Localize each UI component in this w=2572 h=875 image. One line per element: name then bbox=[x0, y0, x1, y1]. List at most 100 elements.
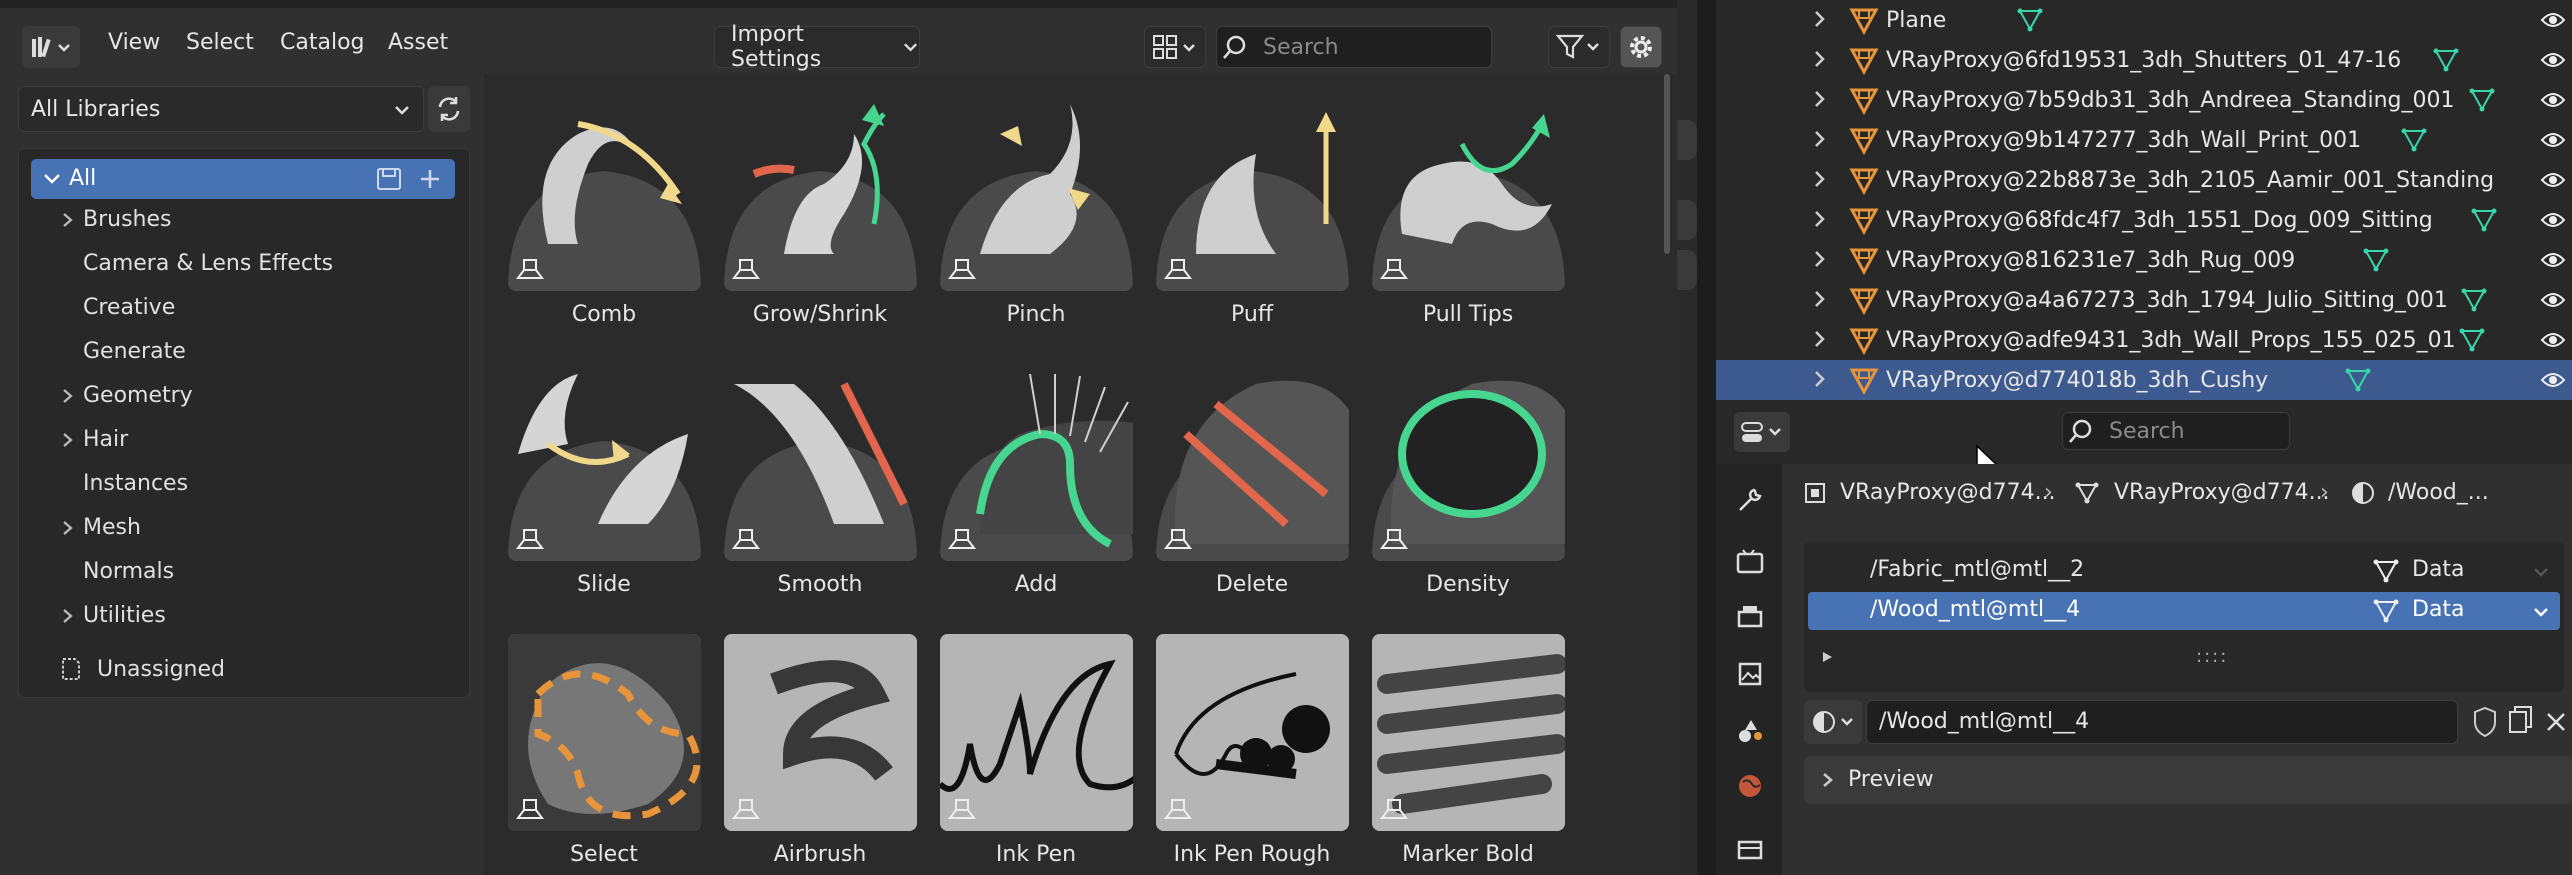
asset-tile[interactable]: Airbrush bbox=[712, 634, 928, 875]
mesh-data-icon[interactable] bbox=[2400, 126, 2428, 154]
catalog-item[interactable]: Hair bbox=[19, 425, 459, 459]
asset-grid-scrollbar[interactable] bbox=[1664, 74, 1670, 254]
world-tab-icon[interactable] bbox=[1734, 770, 1766, 802]
material-slot-row[interactable]: /Wood_mtl@mtl__4 Data bbox=[1808, 592, 2560, 630]
outliner-row[interactable]: Plane bbox=[1716, 0, 2572, 40]
material-slot-link[interactable]: Data bbox=[2412, 597, 2465, 622]
eye-icon[interactable] bbox=[2540, 128, 2566, 152]
menu-asset[interactable]: Asset bbox=[388, 30, 448, 55]
chevron-right-icon[interactable] bbox=[1812, 47, 1828, 71]
chevron-right-icon[interactable] bbox=[1812, 87, 1828, 111]
asset-tile[interactable]: Select bbox=[496, 634, 712, 875]
mesh-data-icon[interactable] bbox=[2458, 326, 2486, 354]
render-tab-icon[interactable] bbox=[1734, 546, 1766, 578]
catalog-item[interactable]: Mesh bbox=[19, 513, 459, 547]
resize-handle-icon[interactable]: :::: bbox=[2196, 646, 2228, 667]
chevron-down-icon[interactable] bbox=[2532, 566, 2550, 578]
chevron-right-icon[interactable] bbox=[61, 519, 75, 537]
outliner-row[interactable]: VRayProxy@adfe9431_3dh_Wall_Props_155_02… bbox=[1716, 320, 2572, 360]
collapse-tab[interactable] bbox=[1677, 120, 1697, 160]
catalog-item[interactable]: Generate bbox=[19, 337, 459, 371]
mesh-data-icon[interactable] bbox=[2432, 46, 2460, 74]
mesh-data-icon[interactable] bbox=[2470, 206, 2498, 234]
tool-tab-icon[interactable] bbox=[1734, 484, 1766, 516]
plus-icon[interactable] bbox=[417, 166, 443, 192]
catalog-item[interactable]: Camera & Lens Effects bbox=[19, 249, 459, 283]
asset-tile[interactable]: Grow/Shrink bbox=[712, 94, 928, 344]
catalog-item[interactable]: Utilities bbox=[19, 601, 459, 635]
material-slot-row[interactable]: /Fabric_mtl@mtl__2 Data bbox=[1808, 552, 2560, 590]
collapse-tab[interactable] bbox=[1677, 250, 1697, 290]
chevron-right-icon[interactable] bbox=[1812, 247, 1828, 271]
catalog-item[interactable]: Brushes bbox=[19, 205, 459, 239]
eye-icon[interactable] bbox=[2540, 368, 2566, 392]
collection-tab-icon[interactable] bbox=[1734, 834, 1766, 866]
material-browse-button[interactable] bbox=[1804, 700, 1862, 744]
chevron-right-icon[interactable] bbox=[61, 607, 75, 625]
asset-tile[interactable]: Marker Bold bbox=[1360, 634, 1576, 875]
chevron-right-icon[interactable] bbox=[1812, 367, 1828, 391]
save-icon[interactable] bbox=[375, 166, 403, 192]
chevron-down-icon[interactable] bbox=[43, 172, 61, 186]
eye-icon[interactable] bbox=[2540, 168, 2566, 192]
chevron-right-icon[interactable] bbox=[61, 431, 75, 449]
asset-tile[interactable]: Puff bbox=[1144, 94, 1360, 344]
import-settings-dropdown[interactable]: Import Settings bbox=[714, 22, 920, 72]
eye-icon[interactable] bbox=[2540, 208, 2566, 232]
outliner-row[interactable]: VRayProxy@6fd19531_3dh_Shutters_01_47-16 bbox=[1716, 40, 2572, 80]
material-slot-link[interactable]: Data bbox=[2412, 557, 2465, 582]
mesh-data-icon[interactable] bbox=[2344, 366, 2372, 394]
catalog-item[interactable]: Creative bbox=[19, 293, 459, 327]
menu-select[interactable]: Select bbox=[186, 30, 254, 55]
asset-tile[interactable]: Smooth bbox=[712, 364, 928, 614]
eye-icon[interactable] bbox=[2540, 88, 2566, 112]
expand-triangle-icon[interactable] bbox=[1820, 650, 1836, 664]
chevron-right-icon[interactable] bbox=[1812, 7, 1828, 31]
eye-icon[interactable] bbox=[2540, 48, 2566, 72]
catalog-all[interactable]: All bbox=[31, 159, 455, 199]
chevron-right-icon[interactable] bbox=[1812, 127, 1828, 151]
chevron-right-icon[interactable] bbox=[1812, 287, 1828, 311]
asset-tile[interactable]: Slide bbox=[496, 364, 712, 614]
outliner-row[interactable]: VRayProxy@68fdc4f7_3dh_1551_Dog_009_Sitt… bbox=[1716, 200, 2572, 240]
eye-icon[interactable] bbox=[2540, 328, 2566, 352]
chevron-down-icon[interactable] bbox=[2532, 606, 2550, 618]
filter-button[interactable] bbox=[1548, 26, 1610, 68]
scene-tab-icon[interactable] bbox=[1734, 714, 1766, 746]
mesh-data-icon[interactable] bbox=[2362, 246, 2390, 274]
mesh-data-icon[interactable] bbox=[2016, 6, 2044, 34]
preview-panel-header[interactable]: Preview bbox=[1804, 756, 2572, 804]
refresh-library-button[interactable] bbox=[428, 86, 470, 132]
catalog-item[interactable]: Geometry bbox=[19, 381, 459, 415]
duplicate-icon[interactable] bbox=[2504, 702, 2538, 742]
close-icon[interactable] bbox=[2540, 702, 2572, 742]
outliner-row[interactable]: VRayProxy@d774018b_3dh_Cushy bbox=[1716, 360, 2572, 400]
menu-view[interactable]: View bbox=[108, 30, 160, 55]
asset-tile[interactable]: Pull Tips bbox=[1360, 94, 1576, 344]
settings-button[interactable] bbox=[1620, 26, 1662, 68]
chevron-right-icon[interactable] bbox=[61, 387, 75, 405]
catalog-item[interactable]: Normals bbox=[19, 557, 459, 591]
menu-catalog[interactable]: Catalog bbox=[280, 30, 365, 55]
chevron-right-icon[interactable] bbox=[1812, 327, 1828, 351]
collapse-tab[interactable] bbox=[1677, 200, 1697, 240]
asset-tile[interactable]: Density bbox=[1360, 364, 1576, 614]
asset-tile[interactable]: Pinch bbox=[928, 94, 1144, 344]
outliner-row[interactable]: VRayProxy@816231e7_3dh_Rug_009 bbox=[1716, 240, 2572, 280]
view-layer-tab-icon[interactable] bbox=[1734, 658, 1766, 690]
mesh-data-icon[interactable] bbox=[2460, 286, 2488, 314]
properties-search-input[interactable]: Search bbox=[2062, 412, 2290, 450]
chevron-right-icon[interactable] bbox=[1812, 167, 1828, 191]
editor-type-selector[interactable] bbox=[1734, 412, 1790, 452]
eye-icon[interactable] bbox=[2540, 288, 2566, 312]
output-tab-icon[interactable] bbox=[1734, 602, 1766, 634]
chevron-right-icon[interactable] bbox=[61, 211, 75, 229]
catalog-item[interactable]: Instances bbox=[19, 469, 459, 503]
display-mode-button[interactable] bbox=[1144, 26, 1206, 68]
material-name-field[interactable]: /Wood_mtl@mtl__4 bbox=[1866, 700, 2458, 744]
fake-user-shield-icon[interactable] bbox=[2468, 702, 2502, 742]
outliner-row[interactable]: VRayProxy@9b147277_3dh_Wall_Print_001 bbox=[1716, 120, 2572, 160]
asset-tile[interactable]: Ink Pen Rough bbox=[1144, 634, 1360, 875]
asset-tile[interactable]: Comb bbox=[496, 94, 712, 344]
outliner-row[interactable]: VRayProxy@7b59db31_3dh_Andreea_Standing_… bbox=[1716, 80, 2572, 120]
